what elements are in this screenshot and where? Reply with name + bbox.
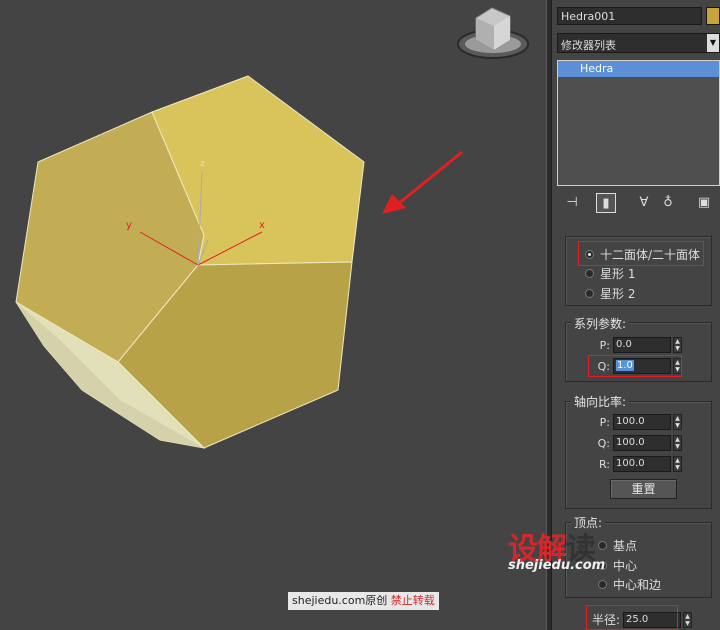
spinner-arrows[interactable]: ▲ ▼ [683, 611, 692, 628]
axis-scale-title: 轴向比率: [571, 393, 630, 410]
modifier-list-label: 修改器列表 [561, 39, 616, 52]
reset-button[interactable]: 重置 [610, 479, 677, 499]
configure-sets-icon[interactable]: ▣ [694, 193, 714, 213]
pin-stack-icon[interactable]: ⊣ [562, 193, 582, 213]
modifier-list-dropdown[interactable]: 修改器列表 ▼ [557, 33, 720, 53]
family-params-title: 系列参数: [571, 315, 630, 332]
axis-label-z: z [200, 159, 205, 169]
hedra-object[interactable] [15, 75, 365, 449]
axis-q-input[interactable]: 100.0 [613, 435, 671, 451]
axis-r-spinner[interactable]: R: 100.0 ▲ ▼ [572, 456, 682, 472]
spinner-arrows[interactable]: ▲ ▼ [673, 414, 682, 430]
axis-label-x: x [259, 220, 265, 231]
annotation-arrow [382, 150, 463, 214]
axis-p-spinner[interactable]: P: 100.0 ▲ ▼ [572, 414, 682, 430]
radius-input[interactable]: 25.0 [623, 611, 681, 628]
chevron-down-icon: ▼ [707, 34, 719, 52]
object-color-swatch[interactable] [706, 7, 720, 25]
spinner-arrows[interactable]: ▲ ▼ [673, 337, 682, 353]
family-q-input[interactable]: 1.0 [613, 358, 671, 374]
object-name-field[interactable]: Hedra001 [557, 7, 702, 25]
radius-spinner[interactable]: 半径: 25.0 ▲ ▼ [556, 611, 692, 628]
axis-q-spinner[interactable]: Q: 100.0 ▲ ▼ [572, 435, 682, 451]
vertex-option-center-sides[interactable]: 中心和边 [598, 576, 661, 593]
family-q-spinner[interactable]: Q: 1.0 ▲ ▼ [572, 358, 682, 374]
spinner-arrows[interactable]: ▲ ▼ [673, 435, 682, 451]
family-p-input[interactable]: 0.0 [613, 337, 671, 353]
family-option-dodeca-icosa[interactable]: 十二面体/二十面体 [585, 246, 700, 263]
radio[interactable] [598, 541, 607, 550]
vertex-option-basis[interactable]: 基点 [598, 537, 637, 554]
view-cube[interactable] [457, 7, 529, 59]
radio-selected[interactable] [585, 250, 594, 259]
radio[interactable] [585, 289, 594, 298]
radio[interactable] [585, 269, 594, 278]
radio[interactable] [598, 580, 607, 589]
viewport-canvas[interactable]: z y x [0, 0, 546, 630]
show-end-result-icon[interactable]: ▮ [596, 193, 616, 213]
modifier-stack[interactable]: Hedra [557, 60, 720, 186]
axis-r-input[interactable]: 100.0 [613, 456, 671, 472]
family-option-star1[interactable]: 星形 1 [585, 265, 635, 282]
remove-modifier-icon[interactable]: ♁ [658, 193, 678, 213]
spinner-arrows[interactable]: ▲ ▼ [673, 456, 682, 472]
family-option-star2[interactable]: 星形 2 [585, 285, 635, 302]
viewport-3d[interactable]: z y x [0, 0, 546, 630]
watermark-url: shejiedu.com [508, 558, 606, 573]
stack-item-hedra[interactable]: Hedra [558, 61, 719, 77]
axis-label-y: y [126, 220, 132, 231]
credit-banner: shejiedu.com原创 禁止转载 [288, 592, 439, 610]
axis-p-input[interactable]: 100.0 [613, 414, 671, 430]
make-unique-icon[interactable]: ∀ [634, 193, 654, 213]
spinner-arrows[interactable]: ▲ ▼ [673, 358, 682, 374]
family-p-spinner[interactable]: P: 0.0 ▲ ▼ [572, 337, 682, 353]
